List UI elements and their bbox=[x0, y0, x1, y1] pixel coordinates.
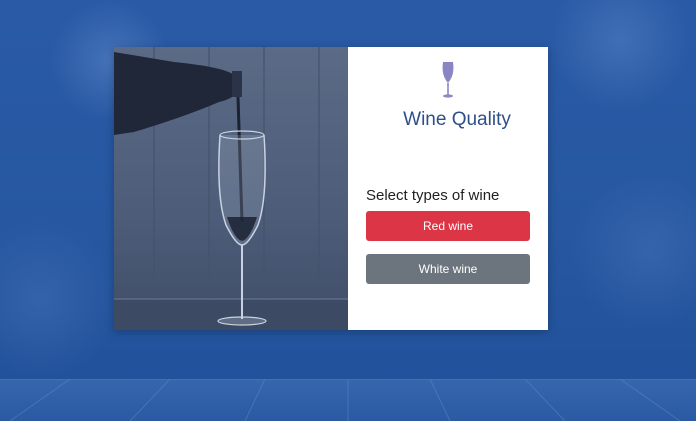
wine-glass-icon bbox=[442, 62, 454, 98]
wine-pour-illustration bbox=[114, 47, 348, 330]
wine-pour-photo bbox=[114, 47, 348, 330]
white-wine-button[interactable]: White wine bbox=[366, 254, 530, 284]
app-title: Wine Quality bbox=[403, 109, 511, 130]
floor-planks bbox=[0, 379, 696, 421]
wooden-floor bbox=[0, 379, 696, 421]
wine-quality-card: Wine Quality Select types of wine Red wi… bbox=[114, 47, 548, 330]
wine-type-prompt: Select types of wine bbox=[366, 187, 500, 204]
red-wine-button[interactable]: Red wine bbox=[366, 211, 530, 241]
selection-panel: Wine Quality Select types of wine Red wi… bbox=[348, 47, 548, 330]
app-background: Wine Quality Select types of wine Red wi… bbox=[0, 0, 696, 421]
